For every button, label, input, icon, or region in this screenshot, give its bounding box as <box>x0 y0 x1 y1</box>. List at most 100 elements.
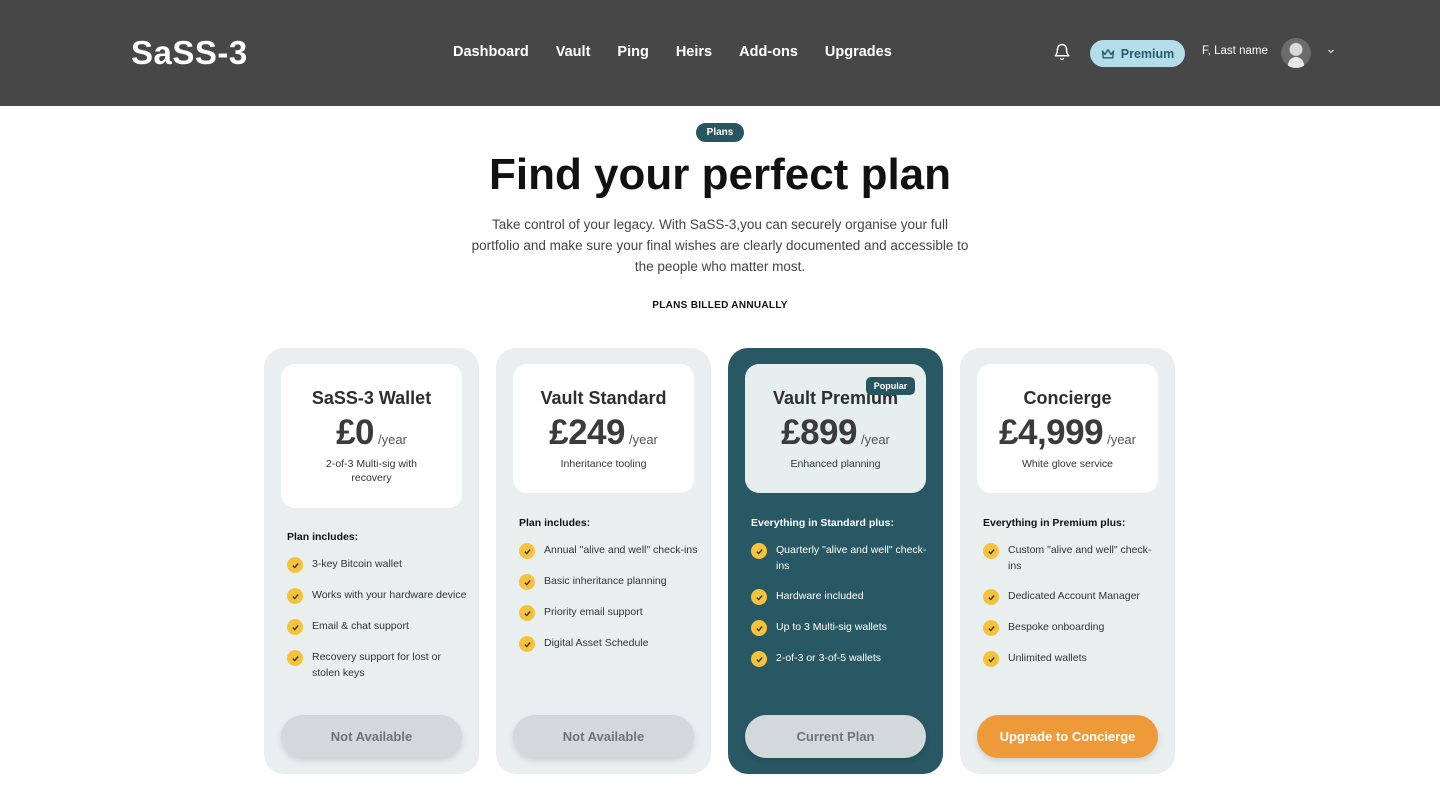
plan-name: SaSS-3 Wallet <box>311 388 432 408</box>
page-subtitle: Take control of your legacy. With SaSS-3… <box>471 217 969 274</box>
feature-text: Quarterly "alive and well" check-ins <box>776 544 927 572</box>
list-item: Priority email support <box>519 604 699 621</box>
check-icon <box>983 543 999 559</box>
list-item: Works with your hardware device <box>287 587 467 604</box>
feature-list: Custom "alive and well" check-ins Dedica… <box>983 542 1163 681</box>
price-box: Concierge £4,999 /year White glove servi… <box>977 364 1158 493</box>
price-row: £249 /year <box>513 413 694 453</box>
feature-text: Custom "alive and well" check-ins <box>1008 544 1152 572</box>
feature-text: Recovery support for lost or stolen keys <box>312 651 441 679</box>
feature-text: Basic inheritance planning <box>544 575 667 587</box>
plan-includes-label: Plan includes: <box>287 531 359 543</box>
plan-description: Inheritance tooling <box>560 458 647 470</box>
price-box: SaSS-3 Wallet £0 /year 2-of-3 Multi-sig … <box>281 364 462 508</box>
plan-includes-label: Plan includes: <box>519 517 591 529</box>
user-name[interactable]: F, Last name <box>1202 45 1268 57</box>
list-item: Basic inheritance planning <box>519 573 699 590</box>
nav-dashboard[interactable]: Dashboard <box>453 44 529 60</box>
current-plan-button[interactable]: Current Plan <box>745 715 926 758</box>
feature-list: 3-key Bitcoin wallet Works with your har… <box>287 556 467 695</box>
check-icon <box>287 588 303 604</box>
list-item: 2-of-3 or 3-of-5 wallets <box>751 650 931 667</box>
nav-add-ons[interactable]: Add-ons <box>739 44 798 60</box>
premium-badge-label: Premium <box>1120 46 1175 61</box>
plan-period: /year <box>1107 432 1136 447</box>
plan-card-wallet: SaSS-3 Wallet £0 /year 2-of-3 Multi-sig … <box>264 348 479 774</box>
feature-text: Up to 3 Multi-sig wallets <box>776 621 887 633</box>
feature-text: Bespoke onboarding <box>1008 621 1105 633</box>
plan-description: 2-of-3 Multi-sig with recovery <box>325 458 418 484</box>
premium-badge-button[interactable]: Premium <box>1090 40 1185 67</box>
avatar[interactable] <box>1281 38 1311 68</box>
feature-text: Hardware included <box>776 590 864 602</box>
feature-list: Quarterly "alive and well" check-ins Har… <box>751 542 931 681</box>
feature-text: Works with your hardware device <box>312 589 467 601</box>
feature-text: Dedicated Account Manager <box>1008 590 1140 602</box>
feature-text: 2-of-3 or 3-of-5 wallets <box>776 652 882 664</box>
feature-text: Email & chat support <box>312 620 409 632</box>
plan-period: /year <box>860 432 890 447</box>
price-box: Vault Standard £249 /year Inheritance to… <box>513 364 694 493</box>
crown-icon <box>1101 48 1115 59</box>
check-icon <box>983 620 999 636</box>
list-item: Custom "alive and well" check-ins <box>983 542 1163 574</box>
billing-note: PLANS BILLED ANNUALLY <box>652 300 788 311</box>
check-icon <box>751 651 767 667</box>
upgrade-to-concierge-button[interactable]: Upgrade to Concierge <box>977 715 1158 758</box>
check-icon <box>287 557 303 573</box>
price-row: £899 /year <box>745 413 926 453</box>
price-row: £4,999 /year <box>977 413 1158 453</box>
nav-vault[interactable]: Vault <box>556 44 591 60</box>
nav-upgrades[interactable]: Upgrades <box>825 44 892 60</box>
plan-card-concierge: Concierge £4,999 /year White glove servi… <box>960 348 1175 774</box>
main-nav: Dashboard Vault Ping Heirs Add-ons Upgra… <box>453 44 892 60</box>
plan-period: /year <box>378 432 407 447</box>
feature-text: 3-key Bitcoin wallet <box>312 558 402 570</box>
plan-card-vault-standard: Vault Standard £249 /year Inheritance to… <box>496 348 711 774</box>
check-icon <box>287 619 303 635</box>
check-icon <box>983 589 999 605</box>
check-icon <box>751 543 767 559</box>
price-row: £0 /year <box>281 413 462 453</box>
plan-includes-label: Everything in Premium plus: <box>983 517 1126 529</box>
chevron-down-icon[interactable] <box>1326 46 1336 56</box>
check-icon <box>519 574 535 590</box>
check-icon <box>519 543 535 559</box>
app-logo[interactable]: SaSS-3 <box>131 34 248 72</box>
bell-icon[interactable] <box>1053 43 1071 61</box>
feature-list: Annual "alive and well" check-ins Basic … <box>519 542 699 666</box>
list-item: Bespoke onboarding <box>983 619 1163 636</box>
nav-heirs[interactable]: Heirs <box>676 44 712 60</box>
plan-period: /year <box>628 432 658 447</box>
not-available-button[interactable]: Not Available <box>281 715 462 758</box>
list-item: Hardware included <box>751 588 931 605</box>
plan-price: £899 <box>781 413 857 452</box>
plan-price: £0 <box>336 413 375 452</box>
plan-price: £249 <box>549 413 625 452</box>
plan-card-vault-premium: Vault Premium £899 /year Enhanced planni… <box>728 348 943 774</box>
check-icon <box>751 620 767 636</box>
list-item: Unlimited wallets <box>983 650 1163 667</box>
plan-name: Concierge <box>1023 388 1112 408</box>
nav-ping[interactable]: Ping <box>617 44 648 60</box>
feature-text: Priority email support <box>544 606 643 618</box>
list-item: Up to 3 Multi-sig wallets <box>751 619 931 636</box>
list-item: 3-key Bitcoin wallet <box>287 556 467 573</box>
list-item: Annual "alive and well" check-ins <box>519 542 699 559</box>
list-item: Quarterly "alive and well" check-ins <box>751 542 931 574</box>
plan-description: White glove service <box>1021 458 1114 470</box>
list-item: Dedicated Account Manager <box>983 588 1163 605</box>
plan-name: Vault Standard <box>540 388 667 408</box>
popular-badge: Popular <box>866 377 915 395</box>
check-icon <box>519 636 535 652</box>
feature-text: Annual "alive and well" check-ins <box>544 544 698 556</box>
feature-text: Unlimited wallets <box>1008 652 1087 664</box>
list-item: Recovery support for lost or stolen keys <box>287 649 467 681</box>
page-title: Find your perfect plan <box>488 150 952 199</box>
check-icon <box>519 605 535 621</box>
plans-tag: Plans <box>696 123 744 142</box>
plan-description: Enhanced planning <box>790 458 881 470</box>
check-icon <box>983 651 999 667</box>
plan-price: £4,999 <box>999 413 1104 452</box>
not-available-button[interactable]: Not Available <box>513 715 694 758</box>
